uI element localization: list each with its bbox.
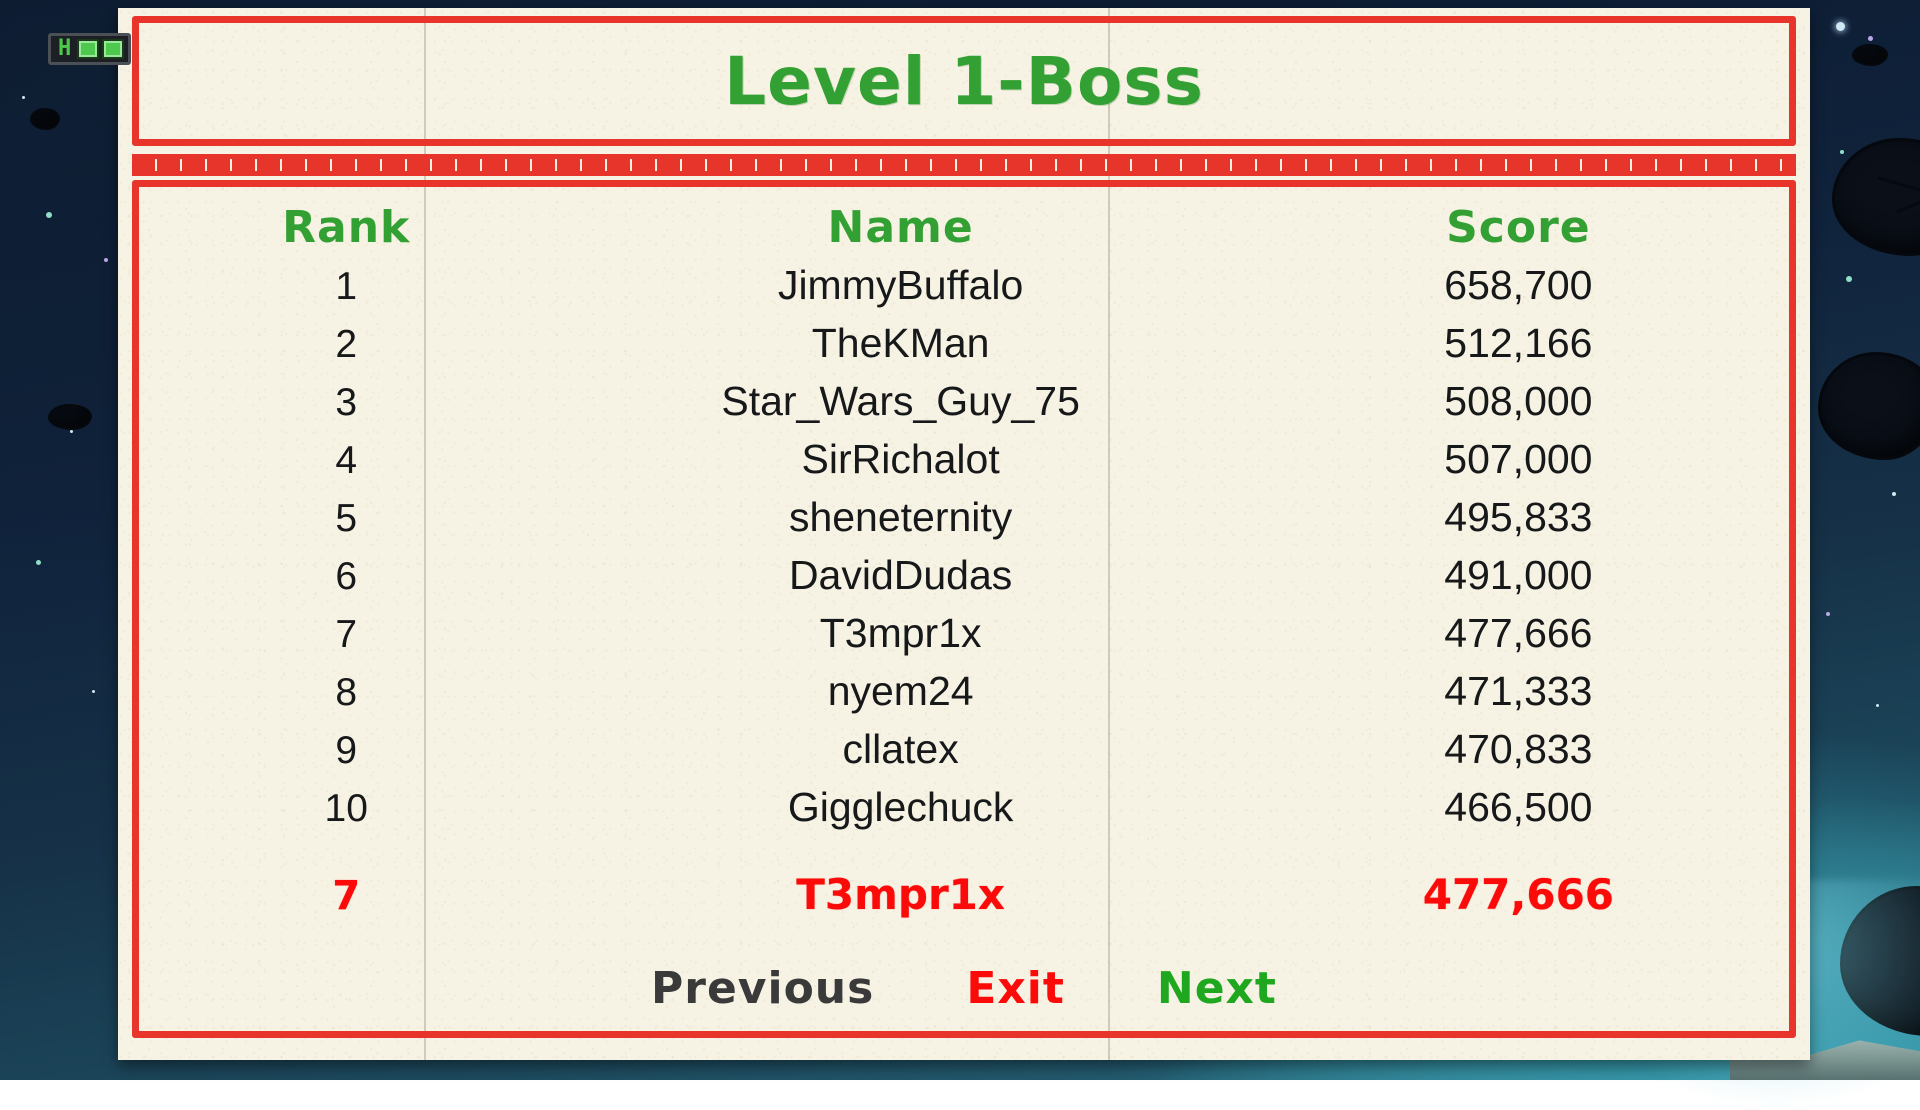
health-cell-icon (102, 39, 124, 59)
cell-name: JimmyBuffalo (520, 257, 1280, 313)
health-hud: H (48, 33, 131, 65)
star (1826, 612, 1830, 616)
star (1836, 22, 1845, 31)
exit-button[interactable]: Exit (960, 963, 1071, 1014)
asteroid (1852, 44, 1888, 66)
player-rank: 7 (172, 868, 520, 924)
cell-name: cllatex (520, 721, 1280, 777)
divider-bar (132, 171, 1796, 176)
cell-score: 471,333 (1281, 663, 1756, 719)
cell-rank: 2 (172, 317, 520, 373)
table-row: 8 nyem24 471,333 (172, 663, 1756, 721)
next-button[interactable]: Next (1151, 963, 1283, 1014)
cell-score: 477,666 (1281, 605, 1756, 661)
cell-score: 491,000 (1281, 547, 1756, 603)
player-score: 477,666 (1281, 867, 1756, 923)
asteroid (48, 404, 92, 430)
cell-rank: 4 (172, 433, 520, 489)
player-name: T3mpr1x (520, 867, 1280, 923)
asteroid (30, 108, 60, 130)
cell-rank: 7 (172, 607, 520, 663)
cell-score: 512,166 (1281, 315, 1756, 371)
table-row: 1 JimmyBuffalo 658,700 (172, 257, 1756, 315)
table-row: 5 sheneternity 495,833 (172, 489, 1756, 547)
star (104, 258, 108, 262)
cell-name: sheneternity (520, 489, 1280, 545)
asteroid-crack (1896, 196, 1920, 214)
cell-name: SirRichalot (520, 431, 1280, 487)
star (36, 560, 41, 565)
cell-name: T3mpr1x (520, 605, 1280, 661)
health-cell-icon (77, 39, 99, 59)
star (1892, 492, 1896, 496)
star (46, 212, 52, 218)
star (1876, 704, 1879, 707)
cell-score: 495,833 (1281, 489, 1756, 545)
decorative-divider (132, 154, 1796, 176)
star (92, 690, 95, 693)
star (70, 430, 73, 433)
cell-rank: 8 (172, 665, 520, 721)
cell-rank: 9 (172, 723, 520, 779)
asteroid-crack (1878, 177, 1920, 197)
cell-name: Star_Wars_Guy_75 (520, 373, 1280, 429)
table-row: 9 cllatex 470,833 (172, 721, 1756, 779)
previous-button[interactable]: Previous (645, 963, 880, 1014)
cell-rank: 1 (172, 259, 520, 315)
star (1840, 150, 1844, 154)
cell-score: 466,500 (1281, 779, 1756, 835)
table-row: 10 Gigglechuck 466,500 (172, 779, 1756, 837)
cell-rank: 6 (172, 549, 520, 605)
cell-rank: 5 (172, 491, 520, 547)
current-player-row: 7 T3mpr1x 477,666 (172, 867, 1756, 924)
cell-rank: 10 (172, 781, 520, 837)
cell-name: nyem24 (520, 663, 1280, 719)
cell-score: 470,833 (1281, 721, 1756, 777)
column-header-name: Name (520, 202, 1280, 253)
page-title: Level 1-Boss (132, 16, 1796, 146)
cell-score: 658,700 (1281, 257, 1756, 313)
table-row: 6 DavidDudas 491,000 (172, 547, 1756, 605)
column-header-score: Score (1281, 202, 1756, 253)
cell-rank: 3 (172, 375, 520, 431)
table-row: 7 T3mpr1x 477,666 (172, 605, 1756, 663)
divider-crenellation (132, 158, 1796, 164)
table-row: 2 TheKMan 512,166 (172, 315, 1756, 373)
table-header-row: Rank Name Score (172, 202, 1756, 253)
star (1846, 276, 1852, 282)
cell-name: TheKMan (520, 315, 1280, 371)
cell-score: 507,000 (1281, 431, 1756, 487)
cell-name: Gigglechuck (520, 779, 1280, 835)
navigation-bar: Previous Exit Next (132, 963, 1796, 1014)
star (1868, 36, 1873, 41)
table-row: 3 Star_Wars_Guy_75 508,000 (172, 373, 1756, 431)
column-header-rank: Rank (172, 202, 520, 253)
leaderboard-panel: Level 1-Boss Rank Name Score 1 JimmyBuff… (118, 8, 1810, 1060)
cell-score: 508,000 (1281, 373, 1756, 429)
score-table: Rank Name Score 1 JimmyBuffalo 658,700 2… (132, 180, 1796, 1038)
cell-name: DavidDudas (520, 547, 1280, 603)
table-row: 4 SirRichalot 507,000 (172, 431, 1756, 489)
star (22, 96, 25, 99)
health-label: H (55, 39, 74, 59)
